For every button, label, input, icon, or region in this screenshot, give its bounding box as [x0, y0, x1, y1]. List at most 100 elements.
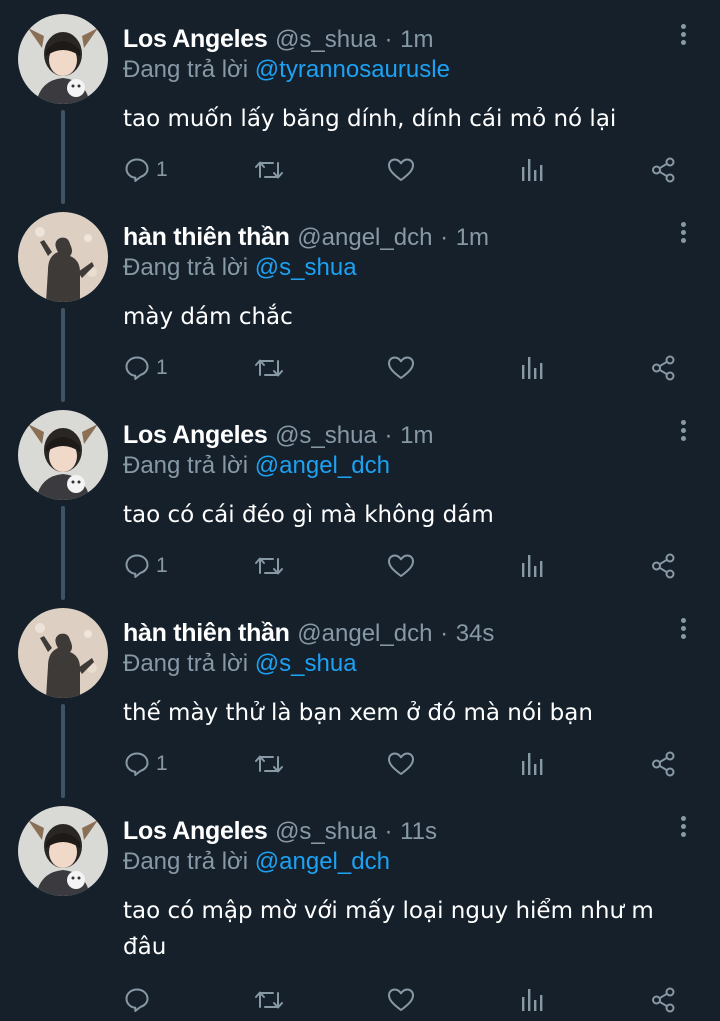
user-handle[interactable]: @s_shua: [275, 422, 377, 449]
analytics-button[interactable]: [520, 747, 544, 781]
user-handle[interactable]: @s_shua: [275, 26, 377, 53]
replying-prefix: Đang trả lời: [123, 848, 255, 875]
timestamp[interactable]: 1m: [400, 26, 433, 53]
user-handle[interactable]: @s_shua: [275, 818, 377, 845]
reply-count: 1: [156, 356, 168, 379]
avatar[interactable]: [18, 608, 108, 698]
retweet-button[interactable]: [254, 351, 284, 385]
reply-button[interactable]: 1: [124, 153, 168, 187]
reply-icon: [125, 158, 149, 182]
avatar[interactable]: [18, 410, 108, 500]
reply-button[interactable]: 1: [124, 747, 168, 781]
more-options-icon[interactable]: [672, 420, 694, 446]
share-button[interactable]: [651, 351, 677, 385]
retweet-icon: [255, 991, 283, 1009]
reply-button[interactable]: 1: [124, 549, 168, 583]
tweet-text: thế mày thử là bạn xem ở đó mà nói bạn: [123, 700, 593, 726]
share-button[interactable]: [651, 153, 677, 187]
mention-link[interactable]: @angel_dch: [255, 848, 390, 875]
reply-icon: [125, 752, 149, 776]
avatar-image: [18, 14, 108, 104]
retweet-icon: [255, 557, 283, 575]
mention-link[interactable]: @angel_dch: [255, 452, 390, 479]
replying-to: Đang trả lời @s_shua: [123, 649, 357, 679]
avatar[interactable]: [18, 806, 108, 896]
avatar-image: [18, 410, 108, 500]
like-button[interactable]: [387, 983, 415, 1017]
share-icon: [652, 987, 675, 1013]
analytics-icon: [522, 357, 543, 379]
tweet-header: Los Angeles @s_shua · 1m: [123, 24, 433, 55]
replying-to: Đang trả lời @angel_dch: [123, 847, 390, 877]
user-handle[interactable]: @angel_dch: [297, 620, 432, 647]
separator-dot: ·: [384, 26, 393, 53]
replying-to: Đang trả lời @tyrannosaurusle: [123, 55, 450, 85]
retweet-button[interactable]: [254, 983, 284, 1017]
share-icon: [652, 157, 675, 183]
action-bar: 1: [0, 153, 720, 187]
replying-to: Đang trả lời @s_shua: [123, 253, 357, 283]
more-options-icon[interactable]: [672, 24, 694, 50]
mention-link[interactable]: @tyrannosaurusle: [255, 56, 450, 83]
timestamp[interactable]: 34s: [456, 620, 495, 647]
like-button[interactable]: [387, 351, 415, 385]
more-options-icon[interactable]: [672, 618, 694, 644]
retweet-button[interactable]: [254, 549, 284, 583]
display-name[interactable]: hàn thiên thần: [123, 223, 290, 251]
like-button[interactable]: [387, 549, 415, 583]
retweet-button[interactable]: [254, 747, 284, 781]
action-bar: 1: [0, 351, 720, 385]
analytics-button[interactable]: [520, 351, 544, 385]
replying-prefix: Đang trả lời: [123, 56, 255, 83]
more-options-icon[interactable]: [672, 222, 694, 248]
mention-link[interactable]: @s_shua: [255, 254, 357, 281]
action-bar: 1: [0, 747, 720, 781]
share-button[interactable]: [651, 747, 677, 781]
timestamp[interactable]: 1m: [400, 422, 433, 449]
share-icon: [652, 355, 675, 381]
retweet-button[interactable]: [254, 153, 284, 187]
share-button[interactable]: [651, 549, 677, 583]
tweet-header: Los Angeles @s_shua · 1m: [123, 420, 433, 451]
share-icon: [652, 553, 675, 579]
like-icon: [388, 356, 414, 379]
avatar[interactable]: [18, 212, 108, 302]
like-button[interactable]: [387, 747, 415, 781]
mention-link[interactable]: @s_shua: [255, 650, 357, 677]
reply-icon: [125, 356, 149, 380]
analytics-icon: [522, 753, 543, 775]
reply-icon: [125, 988, 149, 1012]
tweet-text: mày dám chắc: [123, 304, 293, 330]
separator-dot: ·: [440, 620, 449, 647]
share-button[interactable]: [651, 983, 677, 1017]
replying-prefix: Đang trả lời: [123, 254, 255, 281]
separator-dot: ·: [440, 224, 449, 251]
timestamp[interactable]: 1m: [456, 224, 489, 251]
tweet-header: Los Angeles @s_shua · 11s: [123, 816, 437, 847]
display-name[interactable]: Los Angeles: [123, 817, 268, 845]
analytics-button[interactable]: [520, 153, 544, 187]
avatar[interactable]: [18, 14, 108, 104]
tweet-text: tao có mập mờ với mấy loại nguy hiểm như…: [123, 898, 654, 960]
like-button[interactable]: [387, 153, 415, 187]
analytics-icon: [522, 555, 543, 577]
like-icon: [388, 752, 414, 775]
separator-dot: ·: [384, 818, 393, 845]
avatar-image: [18, 608, 108, 698]
timestamp[interactable]: 11s: [400, 818, 437, 845]
display-name[interactable]: Los Angeles: [123, 421, 268, 449]
reply-button[interactable]: [124, 983, 150, 1017]
tweet-text: tao có cái đéo gì mà không dám: [123, 502, 494, 528]
display-name[interactable]: Los Angeles: [123, 25, 268, 53]
like-icon: [388, 158, 414, 181]
reply-icon: [125, 554, 149, 578]
action-bar: [0, 983, 720, 1017]
analytics-button[interactable]: [520, 549, 544, 583]
tweet-text: tao muốn lấy băng dính, dính cái mỏ nó l…: [123, 106, 617, 132]
analytics-button[interactable]: [520, 983, 544, 1017]
tweet-header: hàn thiên thần @angel_dch · 34s: [123, 618, 494, 649]
more-options-icon[interactable]: [672, 816, 694, 842]
display-name[interactable]: hàn thiên thần: [123, 619, 290, 647]
user-handle[interactable]: @angel_dch: [297, 224, 432, 251]
reply-button[interactable]: 1: [124, 351, 168, 385]
